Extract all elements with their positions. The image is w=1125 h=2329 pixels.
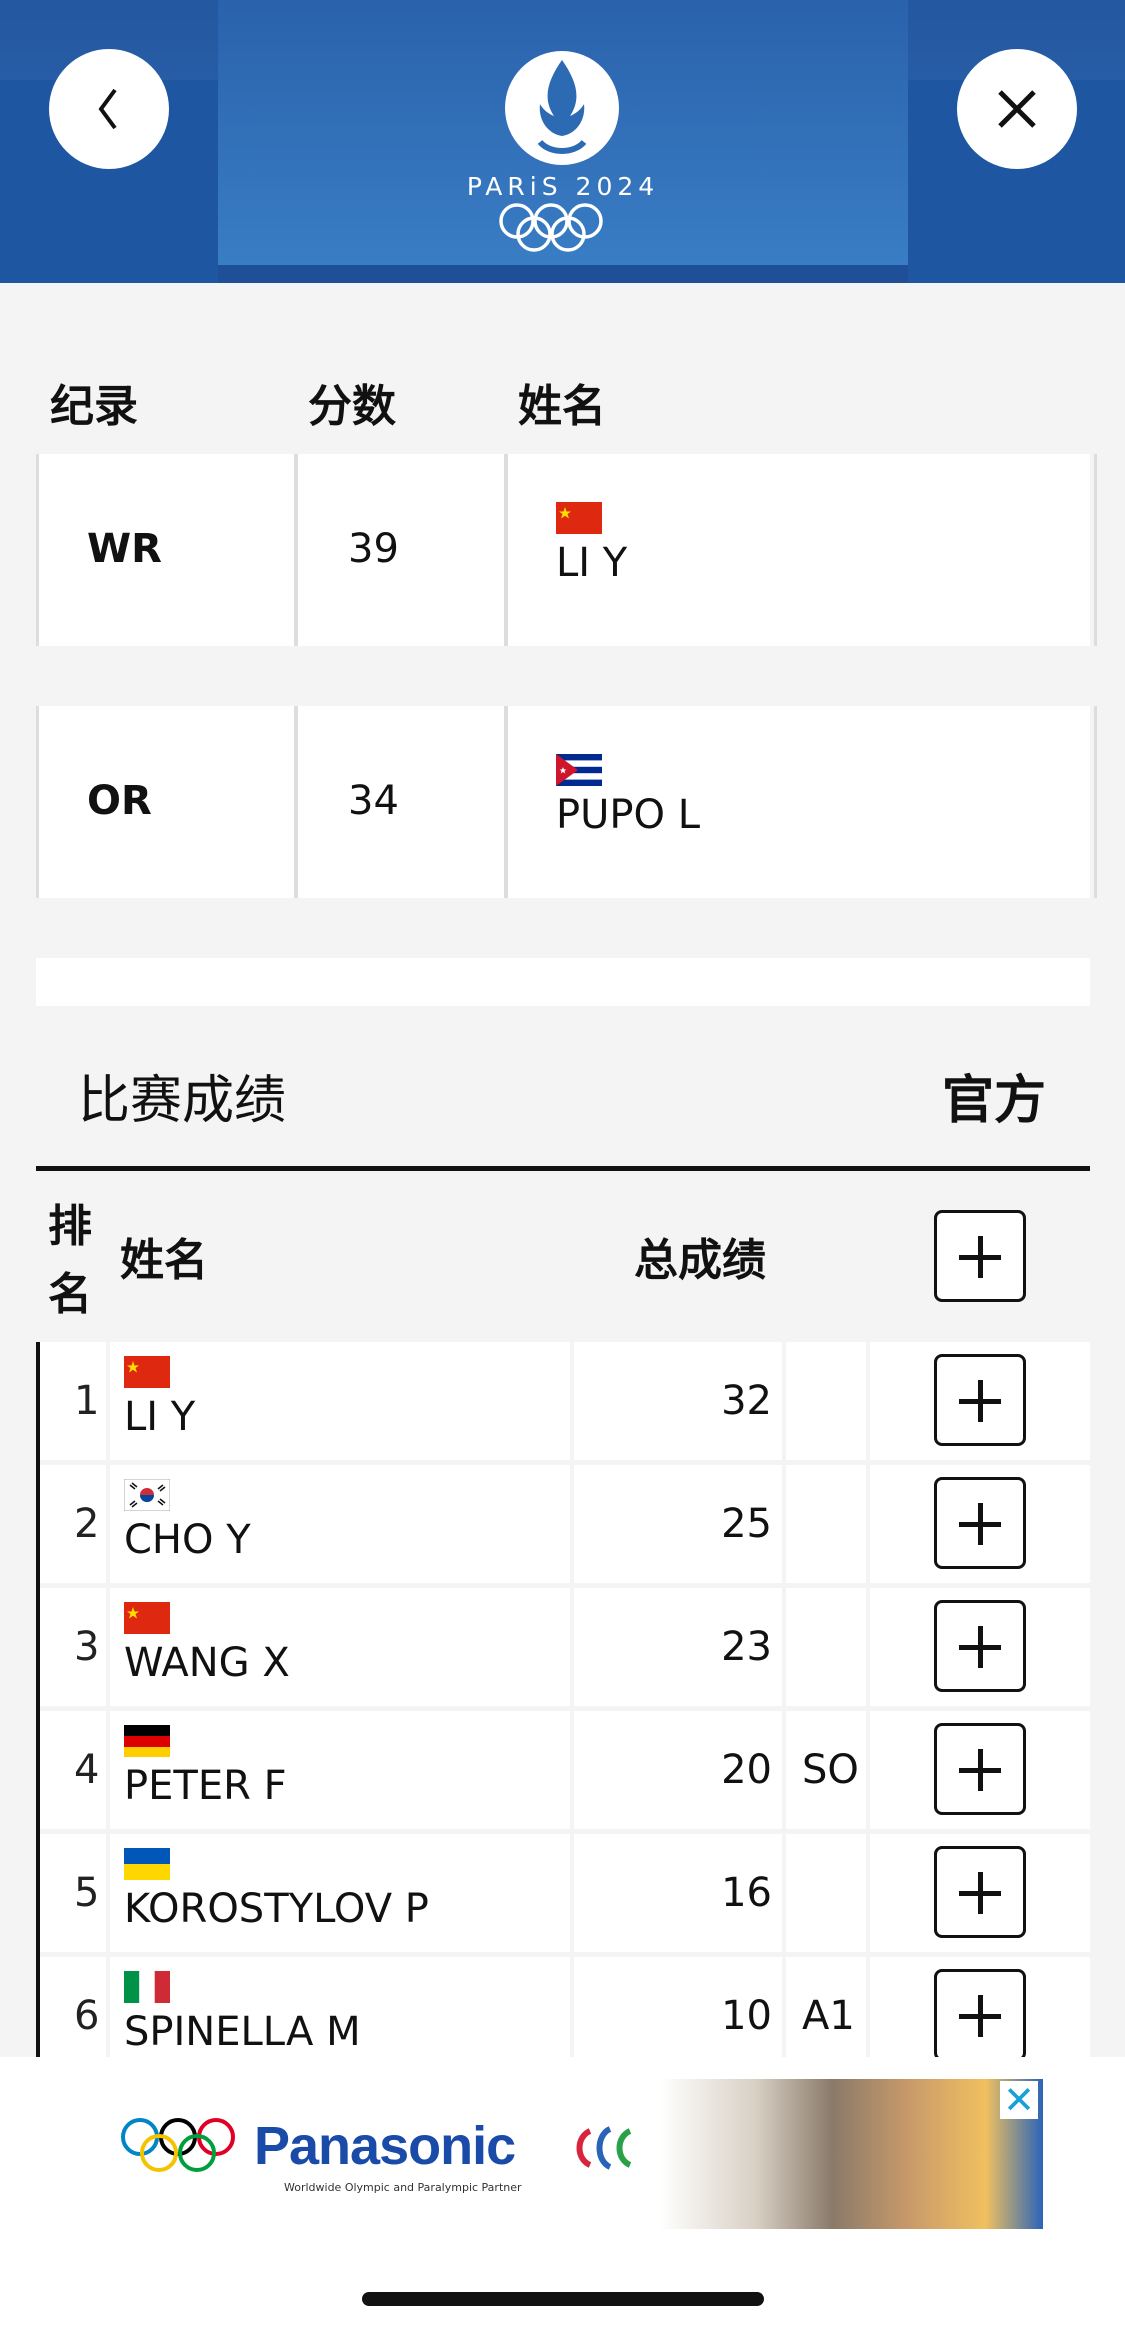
result-athlete-name: KOROSTYLOV P	[124, 1886, 429, 1932]
result-rank: 2	[74, 1501, 100, 1547]
result-athlete-name: PETER F	[124, 1763, 287, 1809]
result-row: 3 WANG X 23	[40, 1588, 1090, 1706]
score-column-header: 分数	[308, 381, 396, 432]
expand-row-button[interactable]	[934, 1477, 1026, 1569]
section-divider	[36, 958, 1090, 1006]
home-indicator[interactable]	[362, 2292, 764, 2306]
result-score: 23	[721, 1624, 772, 1670]
ad-brand: Panasonic	[254, 2116, 516, 2176]
record-score: 34	[348, 778, 399, 824]
result-score: 25	[721, 1501, 772, 1547]
record-score-cell: 34	[294, 706, 498, 898]
olympic-rings-icon	[121, 2118, 235, 2172]
result-row: 6 SPINELLA M 10 A1	[40, 1957, 1090, 2057]
result-athlete-name: WANG X	[124, 1640, 290, 1686]
paris-2024-logo	[499, 51, 619, 252]
flag-korea-icon	[124, 1479, 170, 1511]
result-note: A1	[802, 1993, 855, 2039]
ad-subtitle: Worldwide Olympic and Paralympic Partner	[284, 2181, 522, 2194]
ad-close-button[interactable]: ✕	[1000, 2081, 1038, 2119]
result-row: 4 PETER F 20 SO	[40, 1711, 1090, 1829]
record-score: 39	[348, 526, 399, 572]
name-column-header: 姓名	[120, 1235, 208, 1286]
flag-china-icon	[556, 502, 602, 534]
result-row: 2 CHO Y 25	[40, 1465, 1090, 1583]
chevron-left-icon	[98, 88, 117, 130]
flag-china-icon	[124, 1356, 170, 1388]
top-header: PARiS 2024	[0, 0, 1125, 283]
record-row-wr: WR 39 LI Y	[36, 454, 1097, 646]
result-score: 16	[721, 1870, 772, 1916]
expand-all-button[interactable]	[934, 1210, 1026, 1302]
result-note: SO	[802, 1747, 859, 1793]
logo-wordmark: PARiS 2024	[466, 172, 660, 201]
record-score-cell: 39	[294, 454, 498, 646]
result-rank: 5	[74, 1870, 100, 1916]
paralympic-agitos-icon	[576, 2126, 632, 2170]
result-row: 5 KOROSTYLOV P 16	[40, 1834, 1090, 1952]
result-athlete-name: LI Y	[124, 1394, 196, 1440]
record-row-or: OR 34 PUPO L	[36, 706, 1097, 898]
result-rank: 6	[74, 1993, 100, 2039]
result-athlete-name: CHO Y	[124, 1517, 251, 1563]
record-code-cell: WR	[36, 454, 291, 646]
result-rank: 4	[74, 1747, 100, 1793]
results-title: 比赛成绩	[78, 1071, 287, 1131]
result-score: 20	[721, 1747, 772, 1793]
record-name-cell: LI Y	[504, 454, 1097, 646]
total-column-header: 总成绩	[634, 1235, 766, 1286]
flag-china-icon	[124, 1602, 170, 1634]
flag-italy-icon	[124, 1971, 170, 2003]
record-name-cell: PUPO L	[504, 706, 1097, 898]
flag-cuba-icon	[556, 754, 602, 786]
result-score: 10	[721, 1993, 772, 2039]
result-athlete-name: SPINELLA M	[124, 2009, 361, 2055]
ad-photo	[660, 2079, 1043, 2229]
flag-ukraine-icon	[124, 1848, 170, 1880]
name-column-header: 姓名	[518, 381, 606, 432]
result-rank: 1	[74, 1378, 100, 1424]
record-athlete-name: PUPO L	[556, 792, 701, 838]
back-button[interactable]	[49, 49, 169, 169]
results-status: 官方	[941, 1071, 1046, 1131]
record-code-cell: OR	[36, 706, 291, 898]
results-section-header: 比赛成绩 官方	[36, 1006, 1090, 1168]
expand-row-button[interactable]	[934, 1723, 1026, 1815]
record-code: OR	[87, 778, 152, 824]
close-button[interactable]	[957, 49, 1077, 169]
result-rank: 3	[74, 1624, 100, 1670]
rank-header-line2: 名	[48, 1269, 92, 1320]
record-column-header: 纪录	[50, 381, 138, 432]
flag-germany-icon	[124, 1725, 170, 1757]
records-header-row: 纪录 分数 姓名	[0, 370, 1125, 432]
result-score: 32	[721, 1378, 772, 1424]
expand-row-button[interactable]	[934, 1846, 1026, 1938]
rank-header-line1: 排	[48, 1201, 92, 1252]
expand-row-button[interactable]	[934, 1969, 1026, 2057]
record-code: WR	[87, 526, 162, 572]
ad-banner[interactable]: Panasonic Worldwide Olympic and Paralymp…	[0, 2057, 1125, 2329]
result-row: 1 LI Y 32	[40, 1342, 1090, 1460]
results-divider	[36, 1166, 1090, 1171]
expand-row-button[interactable]	[934, 1354, 1026, 1446]
results-table-body: 1 LI Y 32 2 CHO Y 25 3 WANG X 23 4 PETER…	[36, 1342, 1090, 2057]
expand-row-button[interactable]	[934, 1600, 1026, 1692]
header-band-bottom	[218, 265, 908, 283]
record-athlete-name: LI Y	[556, 540, 628, 586]
close-icon	[998, 90, 1036, 128]
